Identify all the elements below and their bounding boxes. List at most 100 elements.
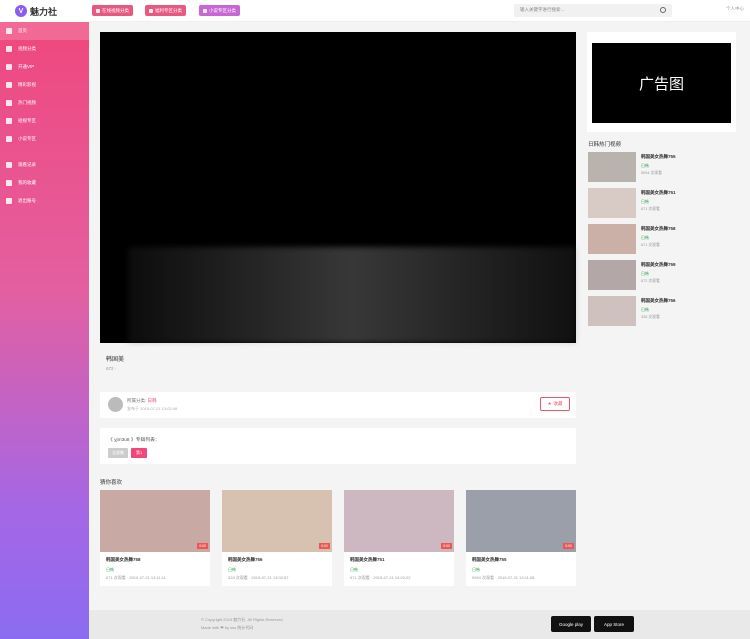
video-card-title[interactable]: 韩国美女热舞755 — [472, 557, 507, 563]
grid-icon — [203, 8, 207, 13]
hot-thumbnail[interactable] — [588, 152, 636, 182]
video-title: 韩国美 — [106, 357, 125, 363]
video-card-stats: 671 次观看 · 2019-07-21 13:11:11 — [106, 575, 166, 580]
hot-item-category[interactable]: 日韩 — [641, 199, 649, 205]
footer: © Copyright 2019 魅力社. All Rights Reserve… — [89, 610, 750, 639]
video-thumbnail[interactable] — [100, 490, 210, 552]
search-placeholder: 输入关键字进行搜索... — [520, 7, 565, 12]
video-card-category[interactable]: 日韩 — [472, 567, 480, 573]
sidebar-item-label: 观看记录 — [18, 162, 36, 167]
sidebar-item-label: 短视专区 — [18, 118, 36, 123]
search-icon[interactable] — [660, 7, 666, 13]
category-line: 所属分类: 日韩 — [127, 398, 157, 404]
album-title: 《 yjm3u8 》专辑列表： — [108, 438, 160, 443]
category-link[interactable]: 日韩 — [148, 398, 157, 403]
hot-item[interactable]: 韩国美女热舞756 日韩 328 次观看 — [588, 296, 738, 328]
grid-icon — [96, 8, 100, 13]
fire-icon — [6, 100, 12, 106]
hot-item-title[interactable]: 韩国美女热舞751 — [641, 190, 676, 196]
hot-item[interactable]: 韩国美女热舞751 日韩 671 次观看 — [588, 188, 738, 220]
book-icon — [6, 136, 12, 142]
sidebar-item[interactable]: 开通VIP — [0, 58, 89, 76]
video-card-title[interactable]: 韩国美女热舞751 — [350, 557, 385, 563]
hot-item-title[interactable]: 韩国美女热舞756 — [641, 298, 676, 304]
sidebar-item[interactable]: 我的收藏 — [0, 174, 89, 192]
play-icon — [6, 118, 12, 124]
sidebar-item-label: 首页 — [18, 28, 27, 33]
ad-banner[interactable]: 广告图 — [592, 43, 731, 123]
sidebar-item[interactable]: 精彩影视 — [0, 76, 89, 94]
sidebar-item-label: 开通VIP — [18, 64, 35, 69]
copyright: © Copyright 2019 魅力社. All Rights Reserve… — [201, 617, 283, 622]
hot-thumbnail[interactable] — [588, 296, 636, 326]
tag-button-novel[interactable]: 小说专区分类 — [199, 5, 240, 16]
hot-item-category[interactable]: 日韩 — [641, 163, 649, 169]
author-card: 所属分类: 日韩 发布于 2019-07-21 13:02:46 ★ 收藏 — [100, 392, 576, 418]
sidebar-item-label: 精彩影视 — [18, 82, 36, 87]
video-player[interactable] — [100, 32, 576, 343]
tag-button-welfare[interactable]: 福利专区分类 — [145, 5, 186, 16]
hot-item-views: 671 次观看 — [641, 207, 660, 211]
video-card-category[interactable]: 日韩 — [350, 567, 358, 573]
sidebar-item[interactable]: 热门视频 — [0, 94, 89, 112]
tag-button-video[interactable]: 在线视频分类 — [92, 5, 133, 16]
tag-label: 在线视频分类 — [102, 7, 129, 13]
brand[interactable]: V 魅力社 — [0, 0, 89, 22]
duration-badge: 0:00 — [563, 543, 574, 549]
hot-title: 日韩热门视频 — [588, 142, 622, 148]
sidebar-menu: 首页视频分类开通VIP 精彩影视热门视频短视专区小说专区观看记录我的收藏 退出账号 — [0, 22, 89, 210]
episode-button[interactable]: 第1 — [131, 448, 148, 458]
google-play-button[interactable]: Google play — [551, 616, 591, 632]
video-card-title[interactable]: 韩国美女热舞758 — [106, 557, 141, 563]
video-thumbnail[interactable] — [466, 490, 576, 552]
sidebar-item[interactable]: 小说专区 — [0, 130, 89, 148]
sidebar-item-label: 小说专区 — [18, 136, 36, 141]
made-with: Made with ❤ by sss 统计代码 — [201, 625, 254, 630]
ad-box: 广告图 — [587, 32, 736, 132]
sidebar-item[interactable]: 退出账号 — [0, 192, 89, 210]
hot-item-views: 5994 次观看 — [641, 171, 662, 175]
user-icon — [6, 82, 12, 88]
hot-thumbnail[interactable] — [588, 260, 636, 290]
sidebar-item[interactable]: 视频分类 — [0, 40, 89, 58]
episode-all-button[interactable]: 全部集 — [108, 448, 128, 458]
video-card-category[interactable]: 日韩 — [228, 567, 236, 573]
hot-item-category[interactable]: 日韩 — [641, 235, 649, 241]
sidebar-item[interactable]: 短视专区 — [0, 112, 89, 130]
hot-item-title[interactable]: 韩国美女热舞759 — [641, 262, 676, 268]
hot-item[interactable]: 韩国美女热舞759 日韩 672 次观看 — [588, 260, 738, 292]
hot-item-views: 328 次观看 — [641, 315, 660, 319]
hot-item-category[interactable]: 日韩 — [641, 307, 649, 313]
heart-icon: ★ — [547, 401, 552, 406]
video-card[interactable]: 0:00 韩国美女热舞756 日韩 328 次观看 · 2019-07-21 13:0… — [222, 490, 332, 586]
search-input[interactable]: 输入关键字进行搜索... — [514, 4, 672, 17]
video-card[interactable]: 0:00 韩国美女热舞758 日韩 671 次观看 · 2019-07-21 13:1… — [100, 490, 210, 586]
video-card-title[interactable]: 韩国美女热舞756 — [228, 557, 263, 563]
hot-item-title[interactable]: 韩国美女热舞755 — [641, 154, 676, 160]
video-card[interactable]: 0:00 韩国美女热舞755 日韩 5994 次观看 · 2019-07-21 13:… — [466, 490, 576, 586]
hot-thumbnail[interactable] — [588, 188, 636, 218]
user-center-link[interactable]: 个人中心 — [726, 6, 744, 12]
hot-item-title[interactable]: 韩国美女热舞758 — [641, 226, 676, 232]
hot-thumbnail[interactable] — [588, 224, 636, 254]
sidebar-item[interactable]: 首页 — [0, 22, 89, 40]
video-thumbnail[interactable] — [222, 490, 332, 552]
hot-item-category[interactable]: 日韩 — [641, 271, 649, 277]
avatar[interactable] — [108, 397, 123, 412]
video-thumbnail[interactable] — [344, 490, 454, 552]
app-store-button[interactable]: App Store — [594, 616, 634, 632]
home-icon — [6, 28, 12, 34]
hot-item[interactable]: 韩国美女热舞755 日韩 5994 次观看 — [588, 152, 738, 184]
sidebar-item[interactable]: 观看记录 — [0, 156, 89, 174]
sidebar-item-label: 热门视频 — [18, 100, 36, 105]
top-bar: 在线视频分类 福利专区分类 小说专区分类 输入关键字进行搜索... 个人中心 — [89, 0, 750, 22]
hot-item[interactable]: 韩国美女热舞758 日韩 671 次观看 — [588, 224, 738, 256]
sidebar-item-label: 视频分类 — [18, 46, 36, 51]
video-card-category[interactable]: 日韩 — [106, 567, 114, 573]
history-icon — [6, 162, 12, 168]
tag-label: 福利专区分类 — [155, 7, 182, 13]
brand-name: 魅力社 — [30, 6, 58, 17]
grid-icon — [6, 46, 12, 52]
video-card[interactable]: 0:00 韩国美女热舞751 日韩 671 次观看 · 2019-07-21 13:0… — [344, 490, 454, 586]
favorite-button[interactable]: ★ 收藏 — [540, 397, 570, 411]
